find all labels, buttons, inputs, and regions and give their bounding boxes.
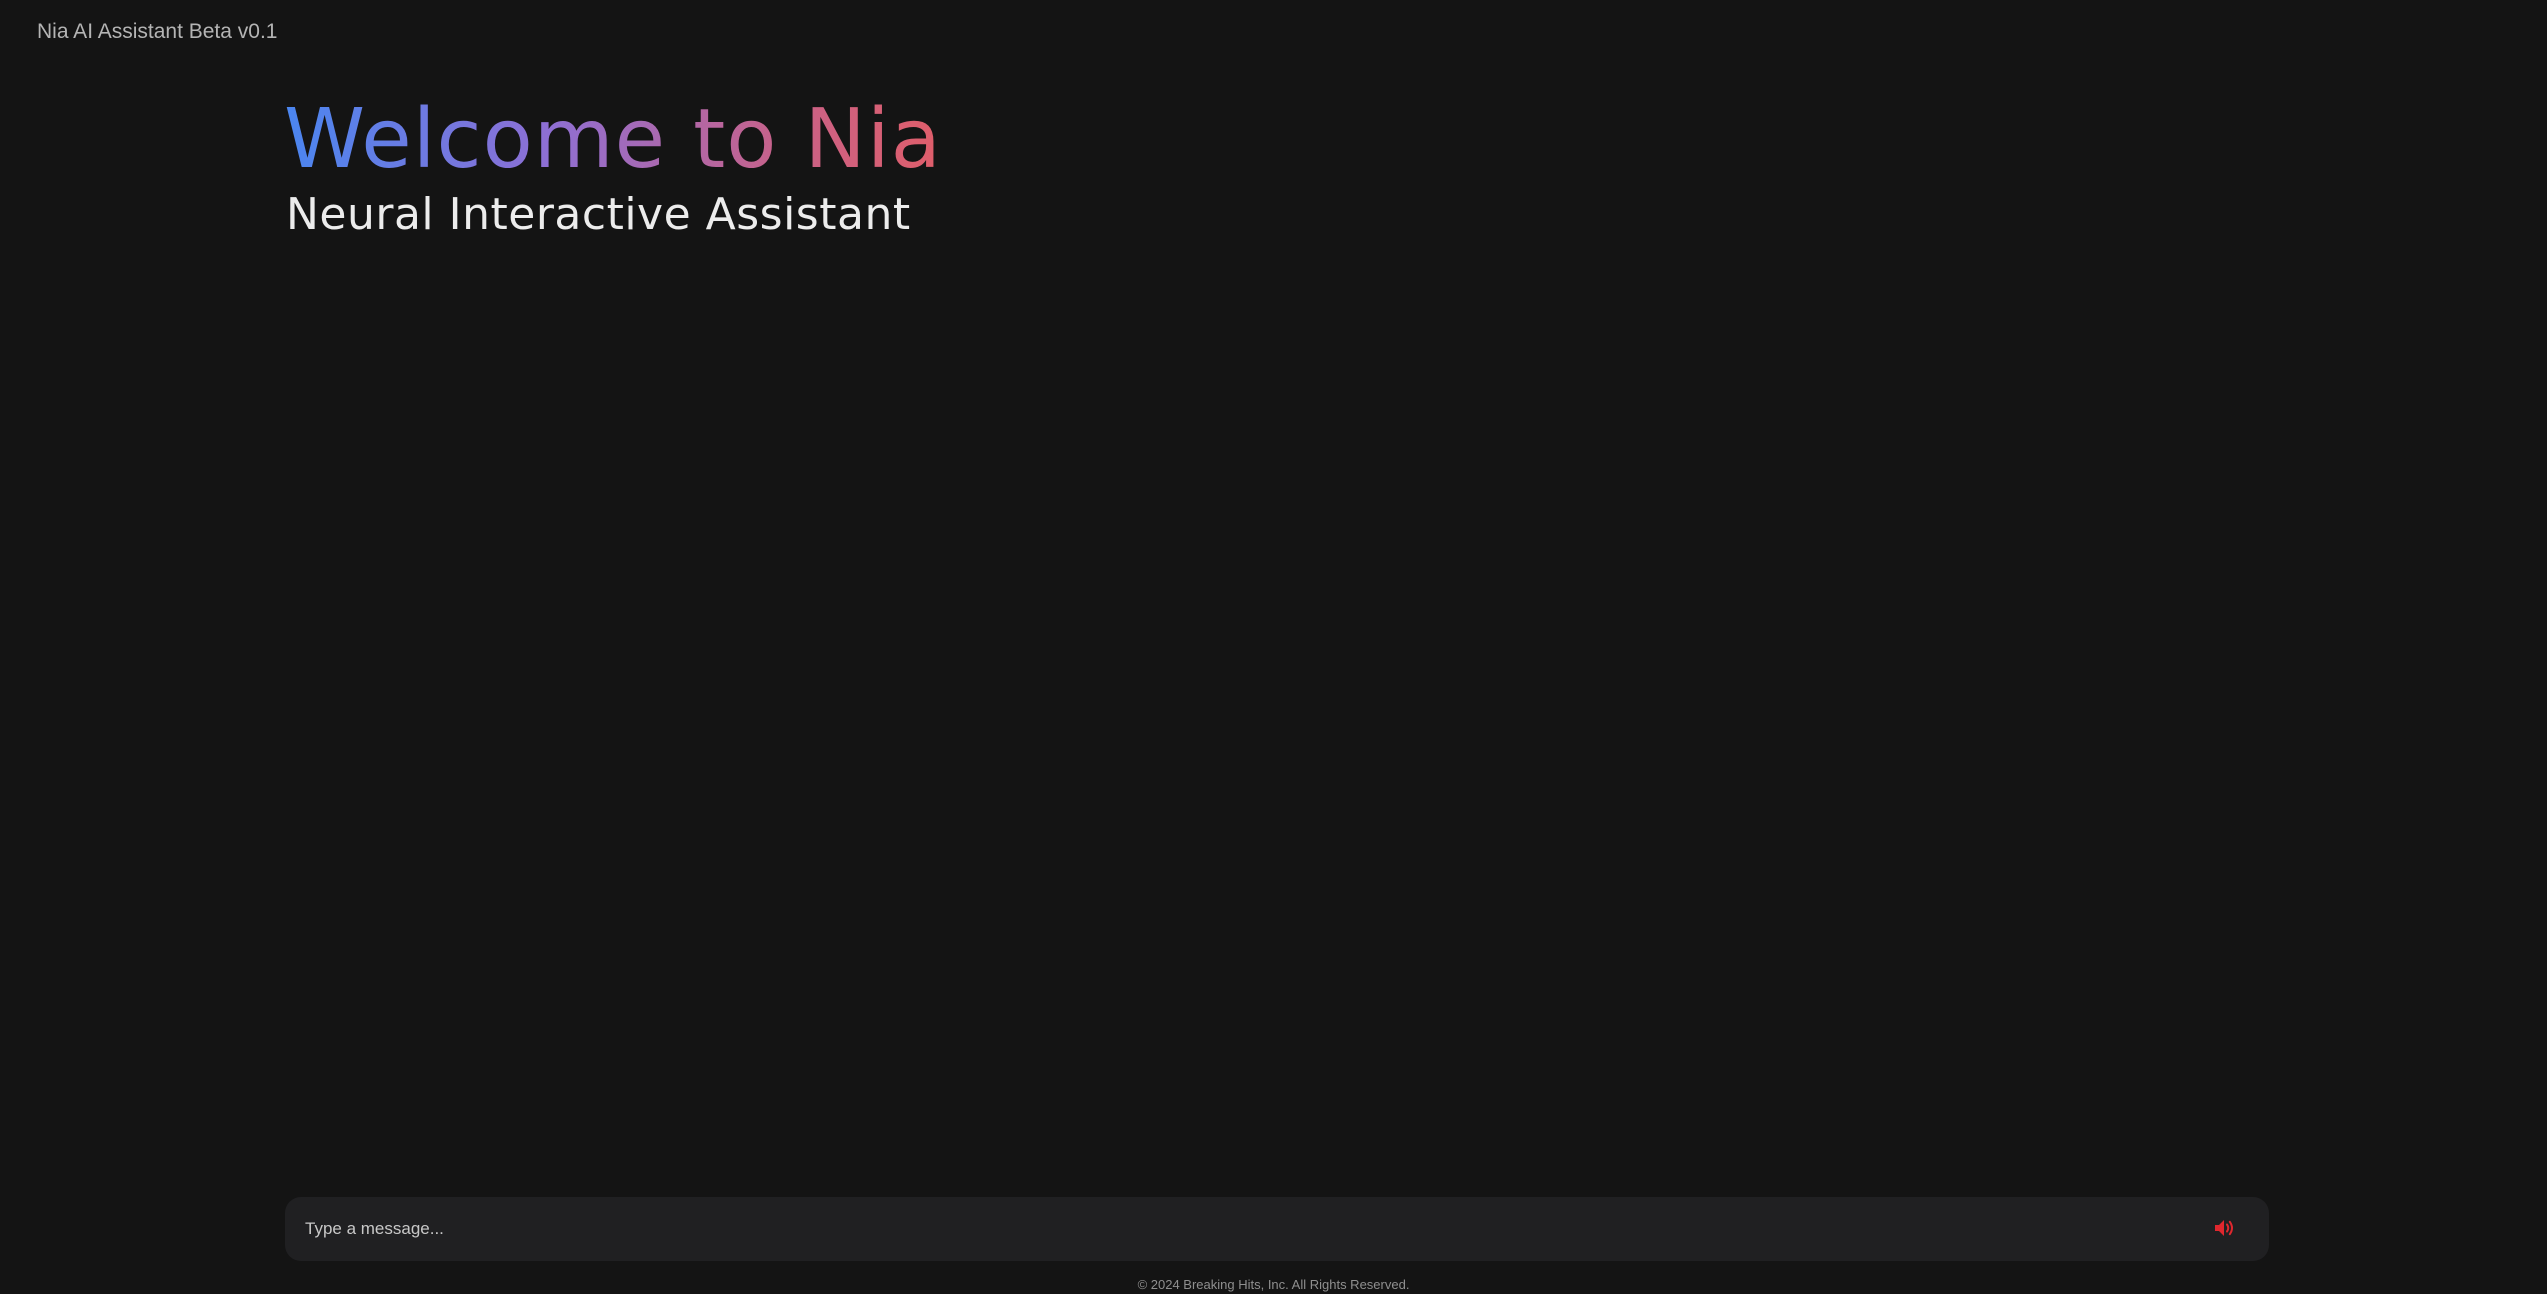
welcome-subtitle: Neural Interactive Assistant	[286, 189, 911, 240]
speaker-volume-icon	[2214, 1218, 2236, 1241]
app-title: Nia AI Assistant Beta v0.1	[37, 20, 278, 43]
welcome-heading: Welcome to Nia	[284, 90, 942, 190]
message-input[interactable]	[285, 1197, 2203, 1261]
sound-toggle-button[interactable]	[2203, 1207, 2247, 1251]
message-composer	[285, 1197, 2269, 1261]
hero: Welcome to Nia Neural Interactive Assist…	[284, 90, 942, 242]
footer-copyright: © 2024 Breaking Hits, Inc. All Rights Re…	[1137, 1277, 1410, 1292]
